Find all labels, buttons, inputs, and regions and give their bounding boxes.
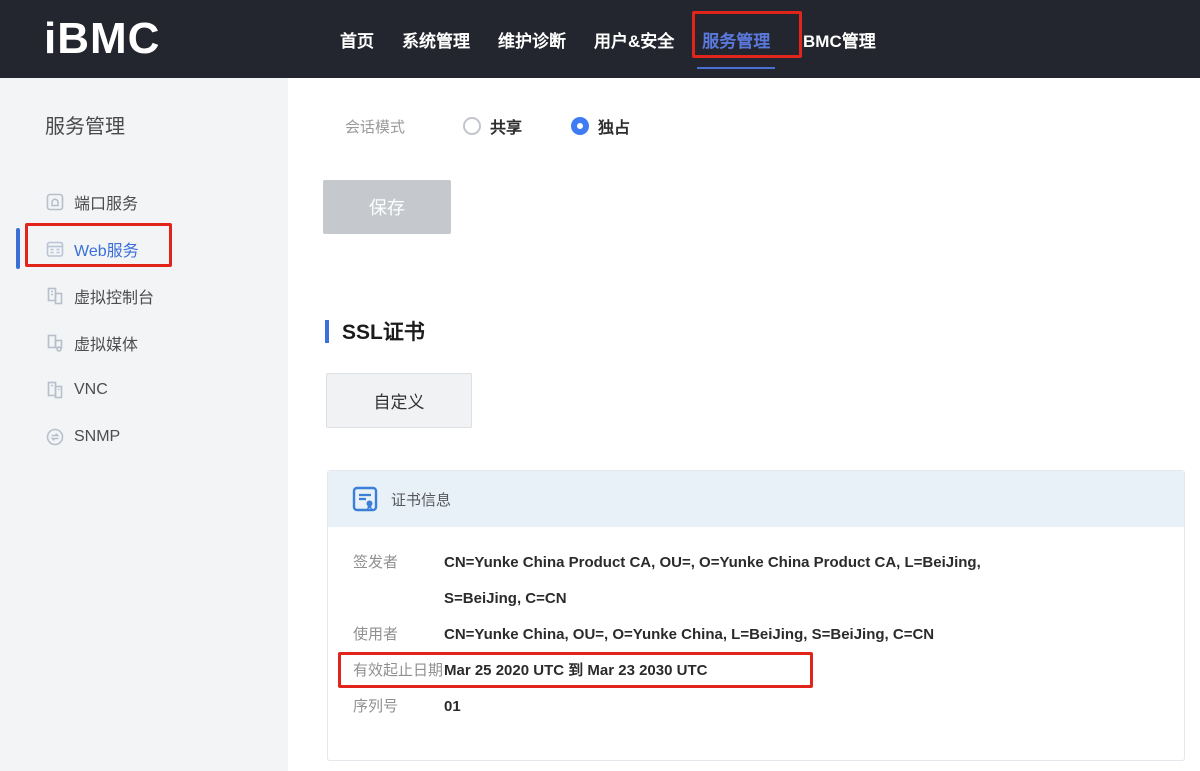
certificate-panel-header: 证书信息 [328, 471, 1184, 527]
customize-button[interactable]: 自定义 [326, 373, 472, 428]
sidebar-item-label: SNMP [74, 428, 120, 446]
nav-item-system[interactable]: 系统管理 [402, 0, 470, 78]
sidebar-item-virtual-console[interactable]: 虚拟控制台 [0, 272, 288, 319]
top-header: iBMC 首页 系统管理 维护诊断 用户&安全 服务管理 iBMC管理 [0, 0, 1200, 78]
sidebar-menu: 端口服务 Web服务 虚拟控制台 [0, 178, 288, 460]
sidebar-item-label: 虚拟控制台 [74, 284, 154, 308]
sidebar-item-port-service[interactable]: 端口服务 [0, 178, 288, 225]
field-row-subject: 使用者 CN=Yunke China, OU=, O=Yunke China, … [353, 617, 1159, 653]
section-accent-bar [325, 320, 329, 343]
port-service-icon [45, 192, 65, 212]
sidebar-title: 服务管理 [45, 110, 125, 139]
sidebar-item-label: 虚拟媒体 [74, 331, 138, 355]
ibmc-page: iBMC 首页 系统管理 维护诊断 用户&安全 服务管理 iBMC管理 服务管理… [0, 0, 1200, 771]
virtual-console-icon [45, 286, 65, 306]
sidebar: 服务管理 端口服务 Web服务 [0, 78, 288, 771]
nav-item-maintenance[interactable]: 维护诊断 [498, 0, 566, 78]
sidebar-item-web-service[interactable]: Web服务 [0, 225, 288, 272]
certificate-panel-body: 签发者 CN=Yunke China Product CA, OU=, O=Yu… [328, 527, 1184, 725]
certificate-panel-title: 证书信息 [391, 489, 451, 510]
nav-item-home[interactable]: 首页 [340, 0, 374, 78]
ssl-section-title: SSL证书 [342, 316, 425, 346]
field-row-issuer: 签发者 CN=Yunke China Product CA, OU=, O=Yu… [353, 545, 1159, 617]
sidebar-item-snmp[interactable]: SNMP [0, 413, 288, 460]
main-content: 会话模式 共享 独占 保存 SSL证书 自定义 [288, 78, 1200, 771]
certificate-icon [352, 486, 378, 512]
session-mode-label: 会话模式 [345, 116, 405, 137]
session-mode-row: 会话模式 共享 独占 [345, 114, 679, 138]
top-nav: 首页 系统管理 维护诊断 用户&安全 服务管理 iBMC管理 [340, 0, 876, 78]
nav-item-user-security[interactable]: 用户&安全 [594, 0, 674, 78]
ibmc-logo: iBMC [44, 14, 160, 64]
radio-option-shared[interactable]: 共享 [463, 114, 522, 138]
sidebar-item-label: VNC [74, 381, 108, 399]
web-service-icon [45, 239, 65, 259]
radio-selected-icon[interactable] [571, 117, 589, 135]
field-row-serial-number: 序列号 01 [353, 689, 1159, 725]
radio-unselected-icon[interactable] [463, 117, 481, 135]
sidebar-item-label: Web服务 [74, 237, 139, 261]
nav-item-service[interactable]: 服务管理 [702, 0, 770, 78]
virtual-media-icon [45, 333, 65, 353]
field-row-validity: 有效起止日期 Mar 25 2020 UTC 到 Mar 23 2030 UTC [353, 653, 1159, 689]
sidebar-item-label: 端口服务 [74, 190, 138, 214]
certificate-info-panel: 证书信息 签发者 CN=Yunke China Product CA, OU=,… [327, 470, 1185, 761]
ssl-section-heading: SSL证书 [325, 316, 425, 346]
radio-option-exclusive[interactable]: 独占 [571, 114, 630, 138]
save-button[interactable]: 保存 [323, 180, 451, 234]
snmp-icon [45, 427, 65, 447]
sidebar-item-virtual-media[interactable]: 虚拟媒体 [0, 319, 288, 366]
nav-item-ibmc-management[interactable]: iBMC管理 [798, 0, 875, 78]
sidebar-item-vnc[interactable]: VNC [0, 366, 288, 413]
vnc-icon [45, 380, 65, 400]
